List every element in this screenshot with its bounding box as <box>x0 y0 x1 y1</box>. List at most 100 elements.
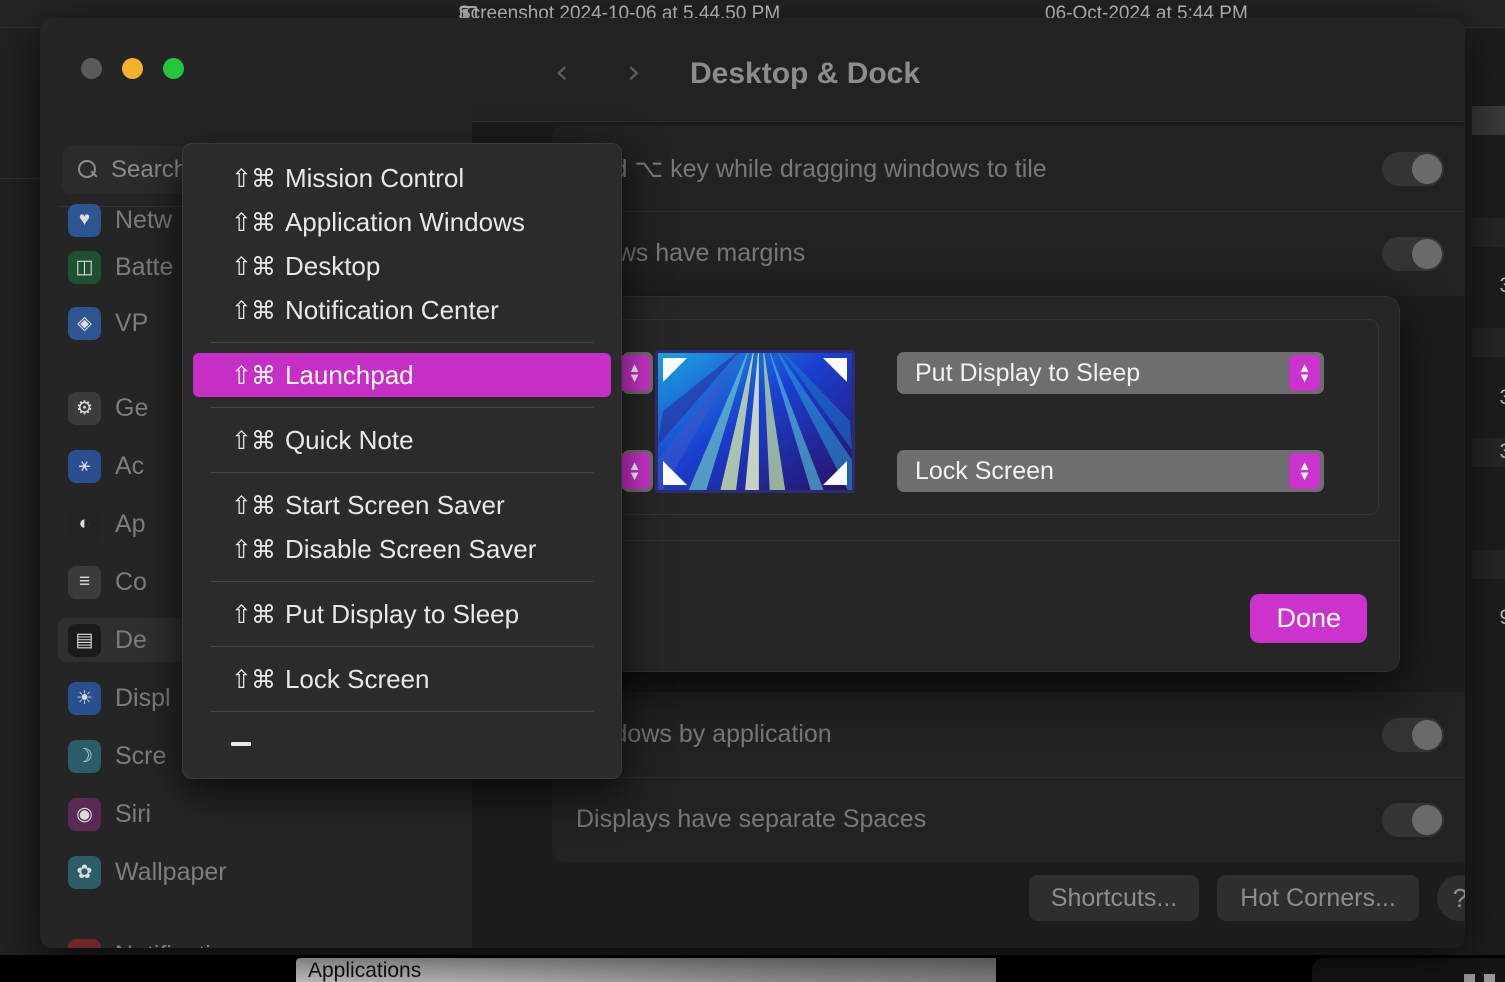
shortcut-modifier: ⇧⌘ <box>231 207 276 237</box>
sidebar-item-label: Ac <box>115 451 145 480</box>
shortcut-modifier: ⇧⌘ <box>231 360 276 390</box>
table-row[interactable]: 7 <box>1472 162 1505 191</box>
minimize-button[interactable] <box>122 58 143 79</box>
sidebar-item-label: Siri <box>115 799 152 828</box>
hot-corners-button[interactable]: Hot Corners... <box>1217 875 1419 921</box>
file-size: 3. <box>1499 386 1505 410</box>
desktop-preview-thumbnail <box>655 350 855 493</box>
toggle-window-margins[interactable] <box>1382 236 1444 271</box>
menu-item-start-screen-saver[interactable]: ⇧⌘ Start Screen Saver <box>193 483 611 527</box>
hot-corner-action-label: Lock Screen <box>915 456 1054 485</box>
notifications-icon: ● <box>68 938 101 948</box>
toggle-hold-option-tile[interactable] <box>1382 151 1444 186</box>
forward-chevron-icon[interactable]: › <box>627 55 641 89</box>
toggle-group-windows-by-application[interactable] <box>1382 717 1444 752</box>
finder-size-column: 1 4 7 7 3. 1 3. 3. 4 3 9. <box>1472 28 1505 955</box>
menu-item-label: Launchpad <box>284 359 414 390</box>
toggle-displays-separate-spaces[interactable] <box>1382 802 1444 837</box>
sidebar-item-notifications[interactable]: ● Notifications <box>58 933 458 948</box>
back-chevron-icon[interactable]: ‹ <box>555 55 569 89</box>
dock-right-section <box>1312 958 1505 982</box>
menu-item-desktop[interactable]: ⇧⌘ Desktop <box>193 244 611 288</box>
settings-header: ‹ › Desktop & Dock <box>472 18 1465 122</box>
hot-corner-marker-top-right <box>823 358 847 382</box>
sidebar-item-label: VP <box>115 308 149 337</box>
hot-corner-marker-bottom-right <box>823 461 847 485</box>
done-button[interactable]: Done <box>1250 594 1367 643</box>
sidebar-item-label: Notifications <box>115 941 251 949</box>
menu-item-lock-screen[interactable]: ⇧⌘ Lock Screen <box>193 657 611 701</box>
gear-icon: ⚙ <box>68 391 101 425</box>
menu-item-notification-center[interactable]: ⇧⌘ Notification Center <box>193 288 611 332</box>
table-row[interactable]: 3. <box>1472 272 1505 301</box>
hot-corner-popup-bottom-right[interactable]: Lock Screen ▲ ▼ <box>897 450 1324 492</box>
close-button[interactable] <box>81 58 102 79</box>
help-button[interactable]: ? <box>1437 875 1465 921</box>
hot-corner-popup-top-left[interactable]: ▲ ▼ <box>619 352 653 394</box>
table-row[interactable]: 9. <box>1472 604 1505 633</box>
stepper-chevrons-icon: ▲ ▼ <box>1289 355 1320 391</box>
menu-separator <box>211 407 593 408</box>
displays-sun-icon: ☀ <box>68 681 101 715</box>
menu-item-mission-control[interactable]: ⇧⌘ Mission Control <box>193 156 611 200</box>
menu-item-quick-note[interactable]: ⇧⌘ Quick Note <box>193 418 611 462</box>
stepper-chevrons-icon: ▲ ▼ <box>619 453 650 489</box>
dock-square-icon <box>1464 974 1475 982</box>
pref-label: Displays have separate Spaces <box>576 805 927 833</box>
shortcut-modifier: ⇧⌘ <box>231 599 276 629</box>
control-center-icon: ≡ <box>68 565 101 599</box>
search-placeholder: Search <box>111 156 188 183</box>
table-row[interactable]: 1 <box>1472 328 1505 357</box>
sidebar-item-label: Displ <box>115 683 171 712</box>
menu-item-none[interactable] <box>183 722 621 766</box>
menu-item-label: Disable Screen Saver <box>284 533 537 564</box>
table-row[interactable]: 4 <box>1472 494 1505 523</box>
hot-corner-popup-bottom-left[interactable]: ▲ ▼ <box>619 450 653 492</box>
pref-row-displays-separate-spaces[interactable]: Displays have separate Spaces <box>552 777 1465 862</box>
dialog-divider <box>501 540 1399 541</box>
shortcut-modifier: ⇧⌘ <box>231 664 276 694</box>
wallpaper-flower-icon: ✿ <box>68 855 101 889</box>
stepper-chevrons-icon: ▲ ▼ <box>1289 453 1320 489</box>
menu-item-launchpad[interactable]: ⇧⌘ Launchpad <box>193 353 611 397</box>
sidebar-item-siri[interactable]: ◉ Siri <box>58 792 458 836</box>
menu-item-label: Application Windows <box>284 206 525 237</box>
table-row[interactable]: 3. <box>1472 384 1505 413</box>
shortcut-modifier: ⇧⌘ <box>231 163 276 193</box>
menu-item-label: Mission Control <box>284 162 465 193</box>
pref-row-hold-option-tile[interactable]: Hold ⌥ key while dragging windows to til… <box>552 126 1465 211</box>
sidebar-item-label: Netw <box>115 205 172 234</box>
sidebar-item-wallpaper[interactable]: ✿ Wallpaper <box>58 850 458 894</box>
shortcut-modifier: ⇧⌘ <box>231 295 276 325</box>
table-row[interactable]: 7 <box>1472 218 1505 247</box>
table-row[interactable]: 4 <box>1472 106 1505 135</box>
menu-item-label: Put Display to Sleep <box>284 598 520 629</box>
shortcuts-button[interactable]: Shortcuts... <box>1029 875 1199 921</box>
menu-item-disable-screen-saver[interactable]: ⇧⌘ Disable Screen Saver <box>193 527 611 571</box>
menu-item-application-windows[interactable]: ⇧⌘ Application Windows <box>193 200 611 244</box>
shortcut-modifier: ⇧⌘ <box>231 251 276 281</box>
menu-item-label: Lock Screen <box>284 663 430 694</box>
menu-item-label: Notification Center <box>284 294 499 325</box>
table-row[interactable]: 3 <box>1472 550 1505 579</box>
maximize-button[interactable] <box>163 58 184 79</box>
shortcut-modifier: ⇧⌘ <box>231 534 276 564</box>
sidebar-item-label: Scre <box>115 741 167 770</box>
menu-separator <box>211 342 593 343</box>
shortcut-modifier: ⇧⌘ <box>231 425 276 455</box>
desktop-dock-icon: ▤ <box>68 623 101 657</box>
hot-corner-marker-bottom-left <box>663 461 687 485</box>
menu-item-put-display-to-sleep[interactable]: ⇧⌘ Put Display to Sleep <box>193 592 611 636</box>
pref-row-window-margins[interactable]: ndows have margins <box>552 211 1465 296</box>
screen-saver-moon-icon: ☽ <box>68 739 101 773</box>
sidebar-item-label: Wallpaper <box>115 857 227 886</box>
pref-row-group-windows-by-application[interactable]: windows by application <box>552 692 1465 777</box>
hot-corner-popup-top-right[interactable]: Put Display to Sleep ▲ ▼ <box>897 352 1324 394</box>
file-size: 9. <box>1499 606 1505 630</box>
table-row[interactable]: 3. <box>1472 438 1505 467</box>
sidebar-item-label: Batte <box>115 252 174 281</box>
hot-corners-dialog: ▲ ▼ ▲ ▼ Put Display to Sleep ▲ ▼ Lock Scree… <box>500 296 1400 672</box>
shortcut-modifier: ⇧⌘ <box>231 490 276 520</box>
dock-strip[interactable]: Applications <box>296 958 996 982</box>
table-row[interactable]: 1 <box>1472 38 1505 67</box>
